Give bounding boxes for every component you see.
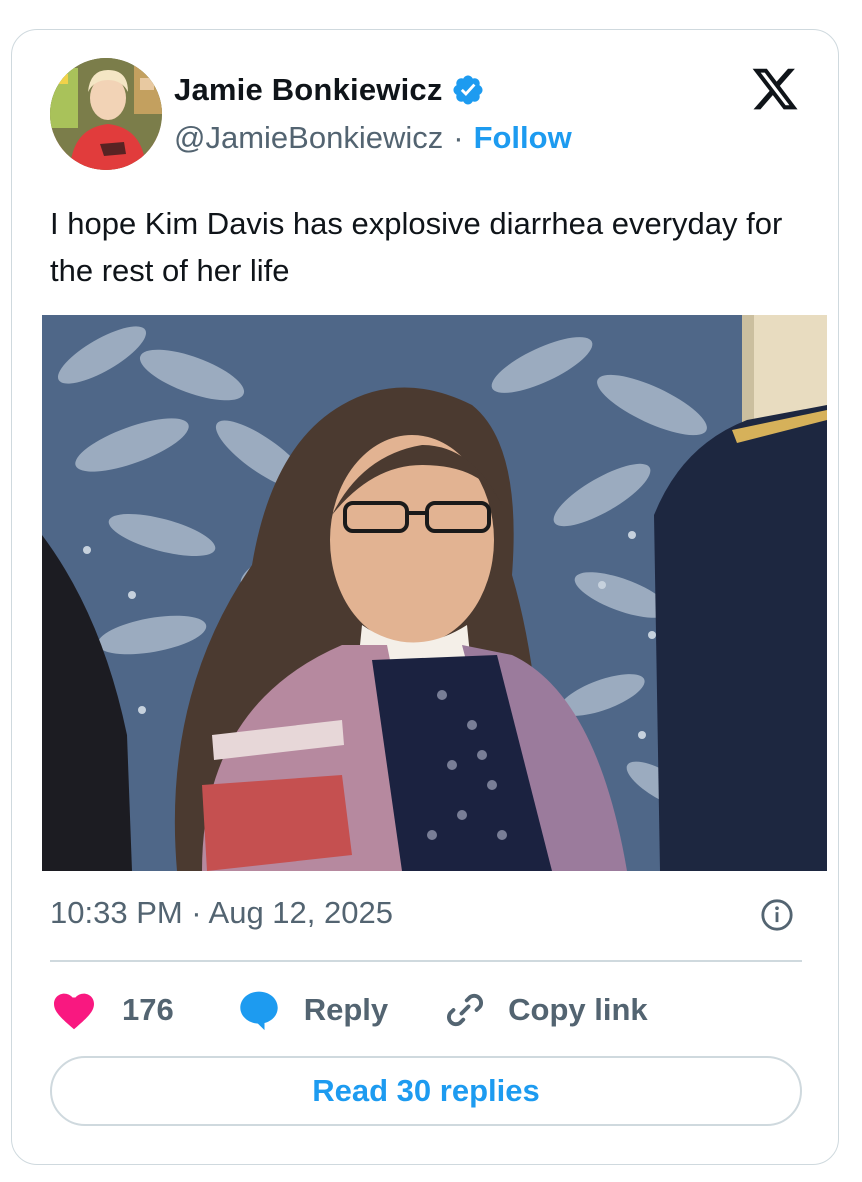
read-replies-button[interactable]: Read 30 replies (50, 1056, 802, 1126)
reply-label: Reply (303, 992, 389, 1027)
tweet-photo[interactable] (42, 315, 827, 871)
author-name[interactable]: Jamie Bonkiewicz (174, 72, 443, 108)
verified-badge-icon (453, 75, 483, 105)
copy-link-label: Copy link (508, 992, 648, 1027)
x-logo-icon[interactable] (750, 64, 800, 114)
tweet-text: I hope Kim Davis has explosive diarrhea … (50, 206, 783, 288)
speech-bubble-icon (240, 991, 278, 1031)
info-icon[interactable] (760, 898, 794, 932)
copy-link-button[interactable]: Copy link (444, 989, 648, 1031)
like-button[interactable]: 176 (52, 990, 174, 1030)
author-handle[interactable]: @JamieBonkiewicz (174, 120, 443, 156)
divider (50, 960, 802, 962)
author-avatar[interactable] (50, 58, 162, 170)
link-icon (447, 993, 484, 1027)
action-bar: 176 Reply Copy link (52, 985, 648, 1035)
follow-link[interactable]: Follow (474, 120, 572, 156)
heart-icon (54, 993, 94, 1030)
author-block: Jamie Bonkiewicz @JamieBonkiewicz · Foll… (174, 68, 572, 160)
like-count: 176 (122, 992, 174, 1027)
reply-button[interactable]: Reply (236, 988, 388, 1032)
tweet-embed-card: Jamie Bonkiewicz @JamieBonkiewicz · Foll… (11, 29, 839, 1165)
tweet-timestamp[interactable]: 10:33 PM · Aug 12, 2025 (50, 895, 393, 931)
separator-dot: · (453, 120, 464, 155)
